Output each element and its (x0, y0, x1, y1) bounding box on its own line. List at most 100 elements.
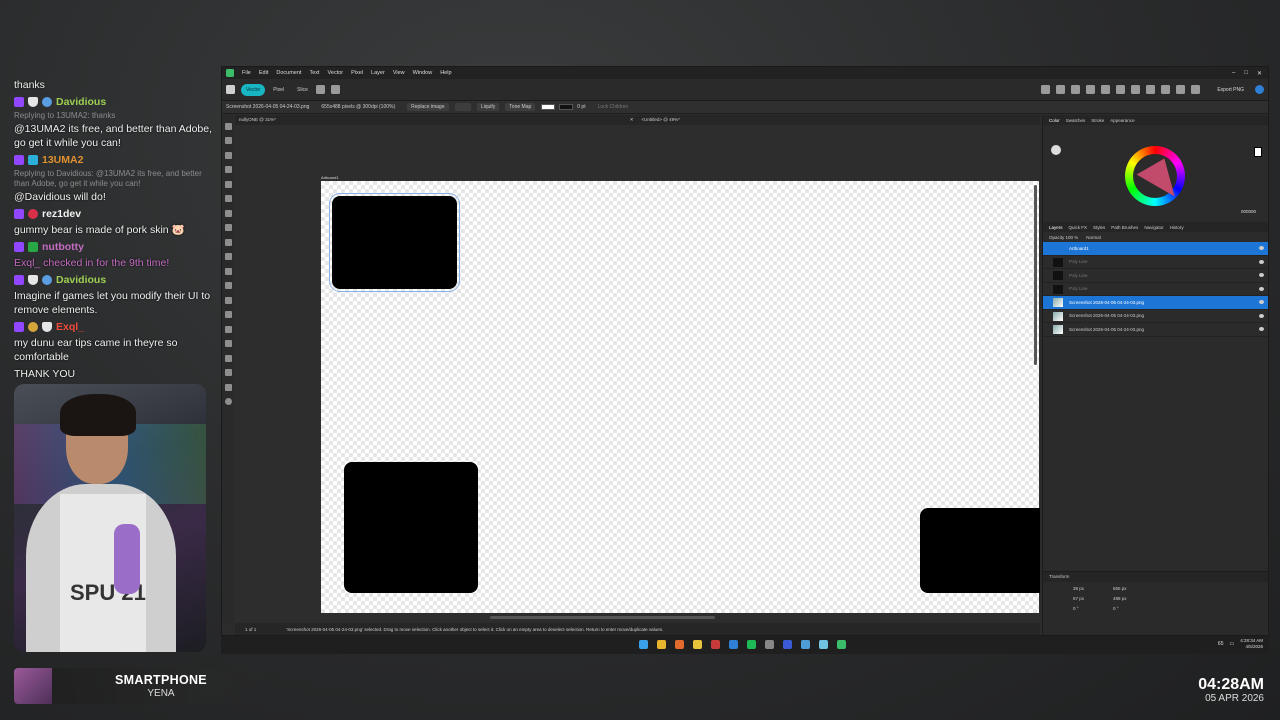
menu-layer[interactable]: Layer (371, 70, 385, 76)
tab-quick-fx[interactable]: Quick FX (1069, 225, 1088, 230)
color-swatch-chip[interactable] (1254, 147, 1262, 157)
tray-clock[interactable]: 4:28:34 AM 4/5/2026 (1240, 638, 1263, 650)
chrome-icon[interactable] (657, 640, 666, 649)
menu-lines-icon[interactable] (1131, 85, 1141, 94)
visibility-eye-icon[interactable] (1259, 300, 1264, 304)
order-icon[interactable] (1056, 85, 1066, 94)
paste-icon[interactable] (1161, 85, 1171, 94)
color-hex[interactable]: 000000 (1241, 209, 1256, 214)
menu-window[interactable]: Window (413, 70, 433, 76)
boolean-icon[interactable] (1101, 85, 1111, 94)
rounded-rect[interactable] (920, 508, 1040, 593)
transform-x[interactable]: 38 px (1073, 586, 1107, 591)
context-button-0[interactable]: Liquify (476, 103, 500, 111)
layer-row[interactable]: Poly Line (1043, 283, 1268, 296)
copy-icon[interactable] (1146, 85, 1156, 94)
explorer-icon[interactable] (693, 640, 702, 649)
tab-history[interactable]: History (1170, 225, 1184, 230)
tool-icon[interactable] (224, 340, 232, 347)
tab-layers[interactable]: Layers (1049, 225, 1063, 230)
document-tab[interactable]: nullyONE @ 31%* ✕ (235, 115, 638, 125)
tool-icon[interactable] (224, 253, 232, 260)
layer-row[interactable]: Screenshot 2026-04-05 04-24-03.png (1043, 310, 1268, 323)
menu-file[interactable]: File (242, 70, 251, 76)
maximize-icon[interactable]: □ (1244, 70, 1248, 77)
tool-icon[interactable] (224, 224, 232, 231)
steam-icon[interactable] (711, 640, 720, 649)
replace-image-button[interactable]: Replace image (407, 103, 449, 111)
tool-icon[interactable] (224, 311, 232, 318)
rounded-rect-selected[interactable] (329, 193, 460, 292)
menu-view[interactable]: View (393, 70, 405, 76)
tool-icon[interactable] (224, 209, 232, 217)
stroke-width[interactable]: 0 pt (577, 104, 585, 110)
tool-icon[interactable] (224, 151, 232, 159)
tool-icon[interactable] (224, 180, 232, 188)
horizontal-scrollbar[interactable] (490, 616, 715, 619)
align-icon[interactable] (1071, 85, 1081, 94)
notepad-icon[interactable] (819, 640, 828, 649)
firefox-icon[interactable] (675, 640, 684, 649)
arrange-icon[interactable] (1041, 85, 1051, 94)
network-icon[interactable]: ▭ (1229, 641, 1234, 647)
crop-icon[interactable] (1176, 85, 1186, 94)
visibility-eye-icon[interactable] (1259, 259, 1264, 264)
warning-icon[interactable] (1116, 85, 1126, 94)
visibility-eye-icon[interactable] (1259, 273, 1264, 277)
affinity-icon[interactable] (837, 640, 846, 649)
tool-icon[interactable] (224, 369, 232, 376)
chat-username[interactable]: Exql_ (56, 320, 84, 334)
tool-icon[interactable] (224, 238, 232, 246)
close-icon[interactable]: ✕ (1257, 70, 1262, 77)
chat-username[interactable]: nutbotty (42, 240, 84, 254)
tool-icon[interactable] (224, 296, 232, 304)
export-button[interactable]: Export PNG (1212, 85, 1249, 95)
context-button-1[interactable]: Tone Map (505, 103, 536, 111)
rounded-rect[interactable] (344, 462, 478, 593)
tab-path-brushes[interactable]: Path Brushes (1111, 225, 1138, 230)
color-triangle[interactable] (1136, 158, 1184, 208)
tool-icon[interactable] (224, 398, 232, 405)
artboard[interactable] (321, 181, 1040, 613)
transform-icon[interactable] (330, 85, 340, 94)
menu-help[interactable]: Help (440, 70, 451, 76)
transform-h[interactable]: 488 px (1113, 596, 1147, 601)
transform-r[interactable]: 0 ° (1073, 606, 1107, 611)
fill-swatch[interactable] (541, 104, 556, 110)
tab-stroke[interactable]: Stroke (1091, 118, 1104, 123)
context-dimensions[interactable]: 655x488 pixels @ 300dpi (100%) (321, 104, 395, 110)
app-menu-icon[interactable] (226, 85, 235, 94)
layer-row[interactable]: Poly Line (1043, 256, 1268, 269)
spotify-icon[interactable] (747, 640, 756, 649)
chat-username[interactable]: 13UMA2 (42, 153, 83, 167)
stroke-swatch[interactable] (559, 104, 574, 110)
chat-username[interactable]: Davidious (56, 95, 106, 109)
color-wheel[interactable] (1125, 146, 1185, 208)
persona-vector[interactable]: Vector (241, 83, 266, 96)
tab-swatches[interactable]: Swatches (1066, 118, 1086, 123)
help-icon[interactable] (1255, 85, 1264, 94)
windows-start-icon[interactable] (639, 640, 648, 649)
tab-styles[interactable]: Styles (1093, 225, 1105, 230)
app-b-icon[interactable] (783, 640, 792, 649)
app-a-icon[interactable] (765, 640, 774, 649)
menu-edit[interactable]: Edit (259, 70, 268, 76)
visibility-eye-icon[interactable] (1259, 313, 1264, 318)
document-tab[interactable]: <Untitled> @ 49%* (638, 115, 1041, 125)
tool-icon[interactable] (224, 383, 232, 391)
persona-slice[interactable]: Slice (292, 84, 313, 96)
geometry-icon[interactable] (1086, 85, 1096, 94)
blend-mode[interactable]: Normal (1086, 235, 1101, 240)
pen-icon[interactable] (1191, 85, 1201, 94)
vscode-icon[interactable] (729, 640, 738, 649)
canvas-area[interactable]: Artboard1 (235, 125, 1040, 623)
tab-close-icon[interactable]: ✕ (630, 117, 634, 123)
snapping-icon[interactable] (315, 85, 325, 94)
tool-icon[interactable] (224, 354, 232, 362)
opacity-field[interactable]: Opacity 100 % (1049, 235, 1078, 240)
layer-row[interactable]: Screenshot 2026-04-05 04-24-03.png (1043, 323, 1268, 337)
app-c-icon[interactable] (801, 640, 810, 649)
lock-children-toggle[interactable]: Lock Children (598, 104, 629, 110)
vertical-scrollbar[interactable] (1034, 185, 1037, 365)
tab-color[interactable]: Color (1049, 118, 1060, 123)
